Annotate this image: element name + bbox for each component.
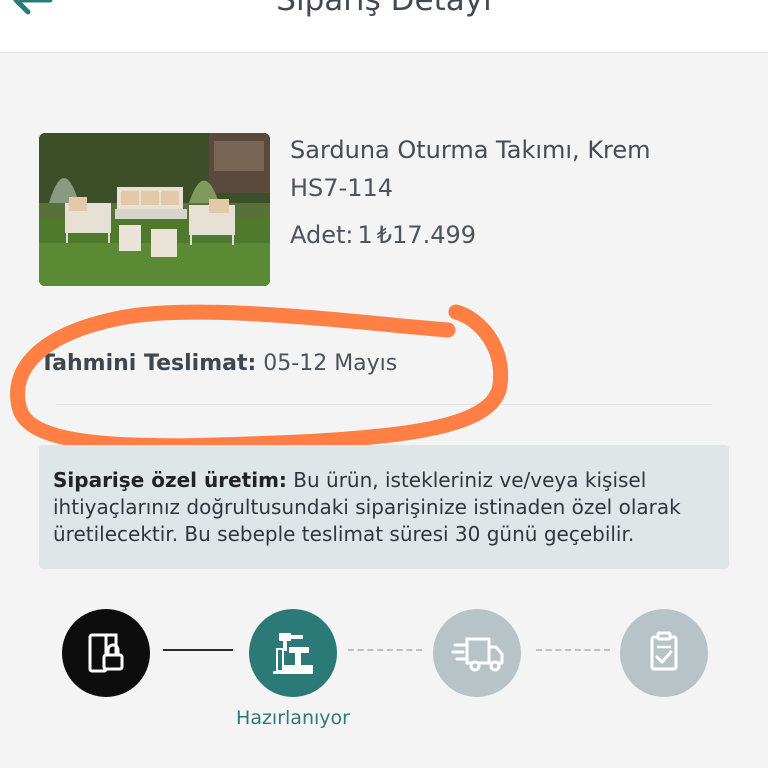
delivery-truck-icon (451, 637, 504, 672)
step-connector (163, 649, 233, 651)
qty-label: Adet: (290, 221, 354, 249)
product-name[interactable]: Sarduna Oturma Takımı, Krem (290, 136, 651, 164)
notice-text: Siparişe özel üretim: Bu ürün, istekleri… (53, 467, 721, 548)
delivered-checklist-icon (650, 631, 678, 671)
order-detail-screen: Sipariş Detayı Sarduna Oturma Takımı, Kr… (0, 0, 768, 768)
divider (56, 404, 712, 405)
qty-value: 1 (357, 221, 373, 249)
estimated-delivery: Tahmini Teslimat: 05-12 Mayıs (40, 351, 397, 376)
header-bar: Sipariş Detayı (0, 0, 768, 53)
step-preparing[interactable] (249, 609, 337, 697)
product-price: ₺17.499 (376, 221, 477, 249)
delivery-label: Tahmini Teslimat: (40, 351, 257, 376)
garden-furniture-photo (39, 133, 270, 286)
delivery-date: 05-12 Mayıs (263, 351, 398, 376)
step-preparing-label: Hazırlanıyor (236, 707, 350, 729)
product-qty-price: Adet: 1 ₺17.499 (290, 221, 480, 249)
production-icon (273, 633, 313, 674)
order-received-icon (88, 633, 124, 673)
notice-title: Siparişe özel üretim: (53, 468, 287, 492)
step-order-received[interactable] (62, 609, 150, 697)
custom-production-notice: Siparişe özel üretim: Bu ürün, istekleri… (39, 445, 729, 569)
step-connector (536, 649, 610, 651)
page-title: Sipariş Detayı (276, 0, 492, 18)
product-image[interactable] (39, 133, 270, 286)
product-code: HS7-114 (290, 174, 394, 202)
step-connector (348, 649, 422, 651)
step-delivered[interactable] (620, 609, 708, 697)
step-shipping[interactable] (433, 609, 521, 697)
